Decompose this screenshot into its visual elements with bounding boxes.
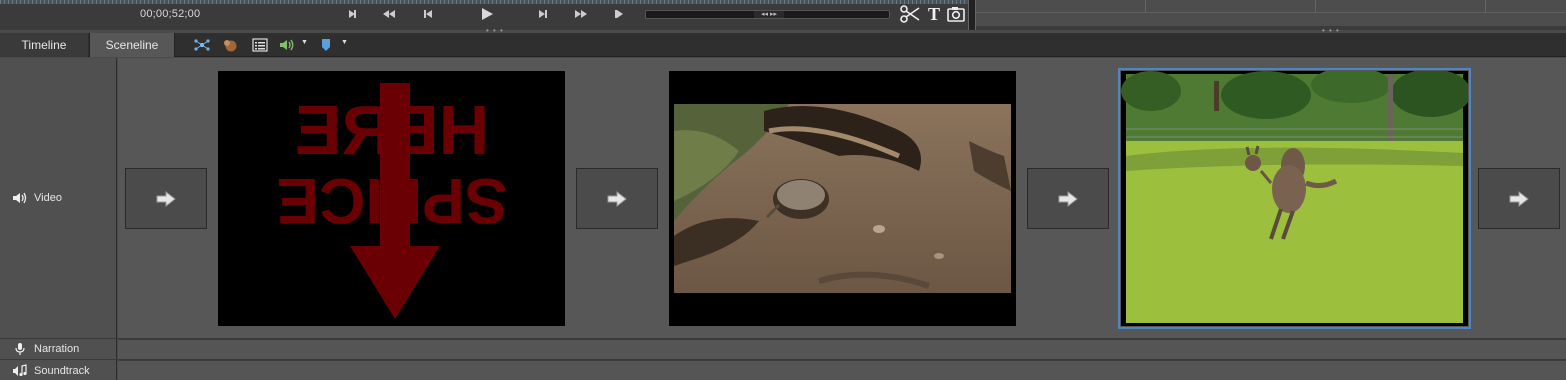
track-header-column: Video Narration Soundtrack bbox=[0, 58, 117, 380]
track-header-video[interactable]: Video bbox=[0, 188, 117, 208]
scissors-icon[interactable] bbox=[900, 5, 920, 23]
scene-clip-2[interactable] bbox=[669, 71, 1016, 326]
marker-icon[interactable] bbox=[317, 37, 335, 53]
transition-slot-3[interactable] bbox=[1027, 168, 1109, 229]
title-clip-thumbnail: HERE SPLICE bbox=[218, 71, 565, 326]
go-to-out-icon[interactable] bbox=[611, 6, 627, 22]
microphone-icon bbox=[12, 342, 28, 356]
transition-arrow-icon bbox=[1509, 190, 1529, 207]
panel-divider[interactable] bbox=[968, 0, 976, 30]
effects-icon[interactable] bbox=[193, 37, 211, 53]
marker-menu-caret[interactable]: ▼ bbox=[341, 39, 348, 46]
speaker-icon[interactable] bbox=[12, 191, 28, 205]
step-forward-icon[interactable] bbox=[535, 6, 551, 22]
track-header-narration[interactable]: Narration bbox=[0, 340, 117, 358]
track-label-soundtrack: Soundtrack bbox=[34, 364, 90, 377]
play-icon[interactable] bbox=[478, 6, 496, 22]
panel-cell bbox=[1146, 0, 1316, 13]
shuttle-thumb[interactable]: ◂◂ ▸▸ bbox=[754, 11, 784, 18]
transition-slot-1[interactable] bbox=[125, 168, 207, 229]
step-back-icon[interactable] bbox=[420, 6, 436, 22]
panel-cell bbox=[976, 0, 1146, 13]
right-panel-header bbox=[976, 0, 1566, 26]
sceneline-toolbar: Timeline Sceneline ▼ ▼ bbox=[0, 33, 1566, 57]
track-label-video: Video bbox=[34, 192, 62, 204]
panel-cell bbox=[1486, 0, 1566, 13]
scene-clip-1[interactable]: HERE SPLICE bbox=[218, 71, 565, 326]
transition-arrow-icon bbox=[607, 190, 627, 207]
previous-edit-icon[interactable] bbox=[381, 6, 397, 22]
title-text-icon[interactable]: T bbox=[925, 4, 943, 24]
echidna-clip-thumbnail bbox=[669, 71, 1016, 326]
music-speaker-icon bbox=[12, 363, 28, 378]
snapshot-icon[interactable] bbox=[946, 5, 966, 23]
properties-list-icon[interactable] bbox=[251, 37, 269, 53]
go-to-in-icon[interactable] bbox=[344, 6, 360, 22]
tab-sceneline[interactable]: Sceneline bbox=[89, 33, 175, 57]
smart-fix-icon[interactable] bbox=[221, 37, 239, 53]
kangaroo-clip-thumbnail bbox=[1121, 71, 1468, 326]
transition-arrow-icon bbox=[156, 190, 176, 207]
volume-icon[interactable] bbox=[278, 37, 296, 53]
transition-slot-4[interactable] bbox=[1478, 168, 1560, 229]
track-label-narration: Narration bbox=[34, 343, 80, 355]
monitor-controls-bar: 00;00;52;00 ◂◂ ▸▸ T • • • • • • bbox=[0, 0, 1566, 35]
shuttle-slider[interactable]: ◂◂ ▸▸ bbox=[645, 10, 890, 19]
narration-lane[interactable] bbox=[118, 339, 1566, 359]
track-header-soundtrack[interactable]: Soundtrack bbox=[0, 361, 117, 380]
tab-timeline[interactable]: Timeline bbox=[0, 33, 88, 57]
monitor-time-ruler[interactable] bbox=[0, 0, 970, 4]
transition-slot-2[interactable] bbox=[576, 168, 658, 229]
next-edit-icon[interactable] bbox=[573, 6, 589, 22]
current-timecode: 00;00;52;00 bbox=[140, 8, 201, 20]
transition-arrow-icon bbox=[1058, 190, 1078, 207]
panel-cell bbox=[1316, 0, 1486, 13]
volume-menu-caret[interactable]: ▼ bbox=[301, 39, 308, 46]
soundtrack-lane[interactable] bbox=[118, 360, 1566, 380]
scene-clip-3[interactable] bbox=[1118, 68, 1471, 329]
